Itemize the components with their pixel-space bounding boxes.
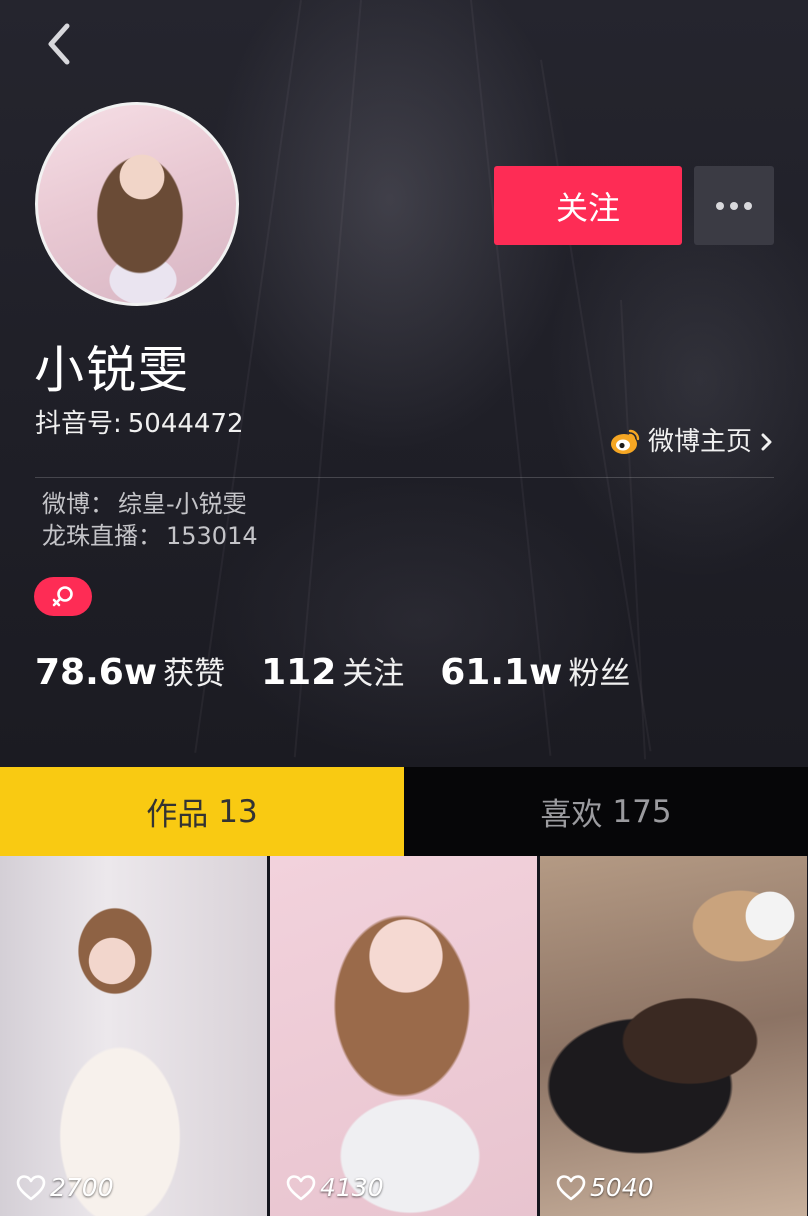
more-dots-icon <box>730 201 738 210</box>
followers-label: 粉丝 <box>568 656 631 692</box>
tab-label: 喜欢 <box>540 797 603 833</box>
female-icon <box>52 585 73 606</box>
weibo-homepage-link[interactable]: 微博主页 <box>610 424 774 460</box>
follow-button[interactable]: 关注 <box>494 166 682 245</box>
background-decoration <box>293 0 362 758</box>
weibo-icon <box>610 429 640 454</box>
bio-line-label: 龙珠直播： <box>42 522 162 550</box>
back-button[interactable] <box>36 22 80 66</box>
likes-label: 获赞 <box>163 656 226 692</box>
like-count-text: 2700 <box>50 1173 114 1202</box>
chevron-left-icon <box>48 23 70 65</box>
background-decoration <box>470 0 552 756</box>
bio-line: 微博： 综皇-小锐雯 <box>42 488 258 520</box>
more-dots-icon <box>716 201 724 210</box>
video-like-count: 2700 <box>16 1173 114 1202</box>
following-count: 112 <box>261 652 337 693</box>
avatar[interactable] <box>35 102 239 306</box>
followers-count: 61.1w <box>440 652 563 693</box>
bio-line: 龙珠直播： 153014 <box>42 520 258 552</box>
heart-icon <box>16 1174 46 1200</box>
divider <box>35 477 774 478</box>
like-count-text: 4130 <box>320 1173 384 1202</box>
more-dots-icon <box>744 201 752 210</box>
like-count-text: 5040 <box>590 1173 654 1202</box>
chevron-right-icon <box>761 433 772 451</box>
more-options-button[interactable] <box>694 166 774 245</box>
tab-count: 175 <box>612 793 672 830</box>
following-label: 关注 <box>342 656 405 692</box>
video-grid: 2700 4130 5040 <box>0 856 808 1216</box>
tab-likes[interactable]: 喜欢 175 <box>404 767 808 856</box>
likes-count: 78.6w <box>35 652 158 693</box>
tab-label: 作品 <box>146 797 209 833</box>
video-thumbnail[interactable]: 5040 <box>540 856 807 1216</box>
gender-badge <box>34 577 92 616</box>
content-tabs: 作品 13 喜欢 175 <box>0 767 808 856</box>
weibo-link-label: 微博主页 <box>647 427 752 457</box>
heart-icon <box>556 1174 586 1200</box>
heart-icon <box>286 1174 316 1200</box>
video-thumbnail[interactable]: 4130 <box>270 856 537 1216</box>
followers-stat[interactable]: 61.1w 粉丝 <box>440 646 630 701</box>
username: 小锐雯 <box>34 341 190 399</box>
bio-line-value: 153014 <box>166 522 258 550</box>
background-decoration <box>194 0 302 753</box>
bio: 微博： 综皇-小锐雯 龙珠直播： 153014 <box>42 488 258 552</box>
following-stat[interactable]: 112 关注 <box>261 646 404 701</box>
profile-header: 关注 小锐雯 抖音号: 5044472 微博主页 微博： 综皇-小锐雯 龙珠直播… <box>0 0 808 767</box>
stats-bar: 78.6w 获赞 112 关注 61.1w 粉丝 <box>35 646 630 701</box>
bio-line-label: 微博： <box>42 490 114 518</box>
video-like-count: 5040 <box>556 1173 654 1202</box>
likes-stat: 78.6w 获赞 <box>35 646 225 701</box>
video-thumbnail[interactable]: 2700 <box>0 856 267 1216</box>
tab-works[interactable]: 作品 13 <box>0 767 404 856</box>
douyin-id: 抖音号: 5044472 <box>35 407 244 441</box>
bio-line-value: 综皇-小锐雯 <box>118 490 247 518</box>
douyin-id-value: 5044472 <box>127 409 244 439</box>
douyin-id-label: 抖音号: <box>35 409 122 439</box>
video-like-count: 4130 <box>286 1173 384 1202</box>
tab-count: 13 <box>218 793 258 830</box>
